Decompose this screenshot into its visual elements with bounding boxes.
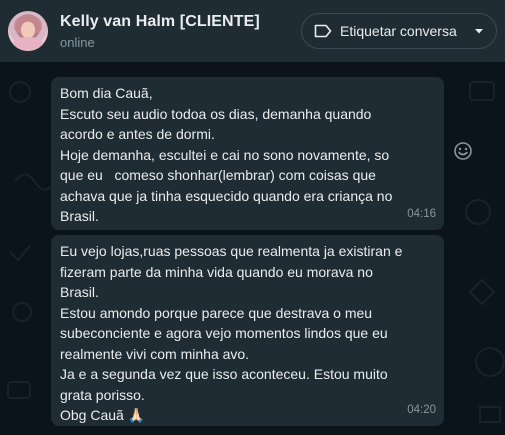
message-text: Obg Cauã [60, 407, 124, 423]
chat-window: Kelly van Halm [CLIENTE] online Etiqueta… [0, 0, 505, 435]
avatar-body [12, 37, 44, 51]
message-line-last: Obg Cauã 🙏🏻 [60, 405, 435, 427]
message-line: realmente vivi com minha avo. [60, 345, 250, 362]
message-line: Ja e a segunda vez que isso aconteceu. E… [60, 366, 388, 382]
message-line: Brasil. [60, 284, 99, 300]
message-time: 04:16 [407, 207, 436, 220]
contact-avatar[interactable] [8, 11, 48, 51]
smiley-icon[interactable] [453, 141, 473, 161]
message-time: 04:20 [407, 403, 436, 416]
message-line: fizeram parte da minha vida quando eu mo… [60, 263, 373, 280]
message-line: Eu vejo lojas,ruas pessoas que realmenta… [60, 243, 403, 259]
message-line: achava que ja tinha esquecido quando era… [60, 187, 393, 204]
message-line: grata porisso. [60, 386, 145, 403]
message-line: Brasil. [60, 208, 99, 224]
tag-icon [314, 24, 332, 38]
contact-status: online [60, 34, 95, 50]
contact-name: Kelly van Halm [CLIENTE] [60, 12, 260, 30]
praying-hands-emoji: 🙏🏻 [127, 408, 146, 424]
message-bubble[interactable]: Bom dia Cauã, Escuto seu audio todoa os … [51, 77, 444, 230]
message-line: Hoje demanha, escultei e cai no sono nov… [60, 146, 390, 163]
chat-header: Kelly van Halm [CLIENTE] online Etiqueta… [0, 0, 505, 62]
avatar-face [21, 22, 35, 38]
message-line: Bom dia Cauã, [60, 85, 153, 101]
message-bubble[interactable]: Eu vejo lojas,ruas pessoas que realmenta… [51, 235, 444, 426]
chevron-down-icon [475, 29, 483, 34]
message-line: acordo e antes de dormi. [60, 126, 215, 142]
contact-info[interactable]: Kelly van Halm [CLIENTE] online [60, 13, 301, 50]
message-line: Estou amondo porque parece que destrava … [60, 304, 373, 321]
label-conversation-button[interactable]: Etiquetar conversa [301, 13, 497, 49]
message-list[interactable]: Bom dia Cauã, Escuto seu audio todoa os … [0, 62, 505, 435]
message-line: subeconciente e agora vejo momentos lind… [60, 325, 388, 341]
message-line: Escuto seu audio todoa os dias, demanha … [60, 105, 372, 122]
message-line: que eu comeso shonhar(lembrar) com coisa… [60, 167, 376, 183]
label-button-text: Etiquetar conversa [340, 23, 457, 39]
